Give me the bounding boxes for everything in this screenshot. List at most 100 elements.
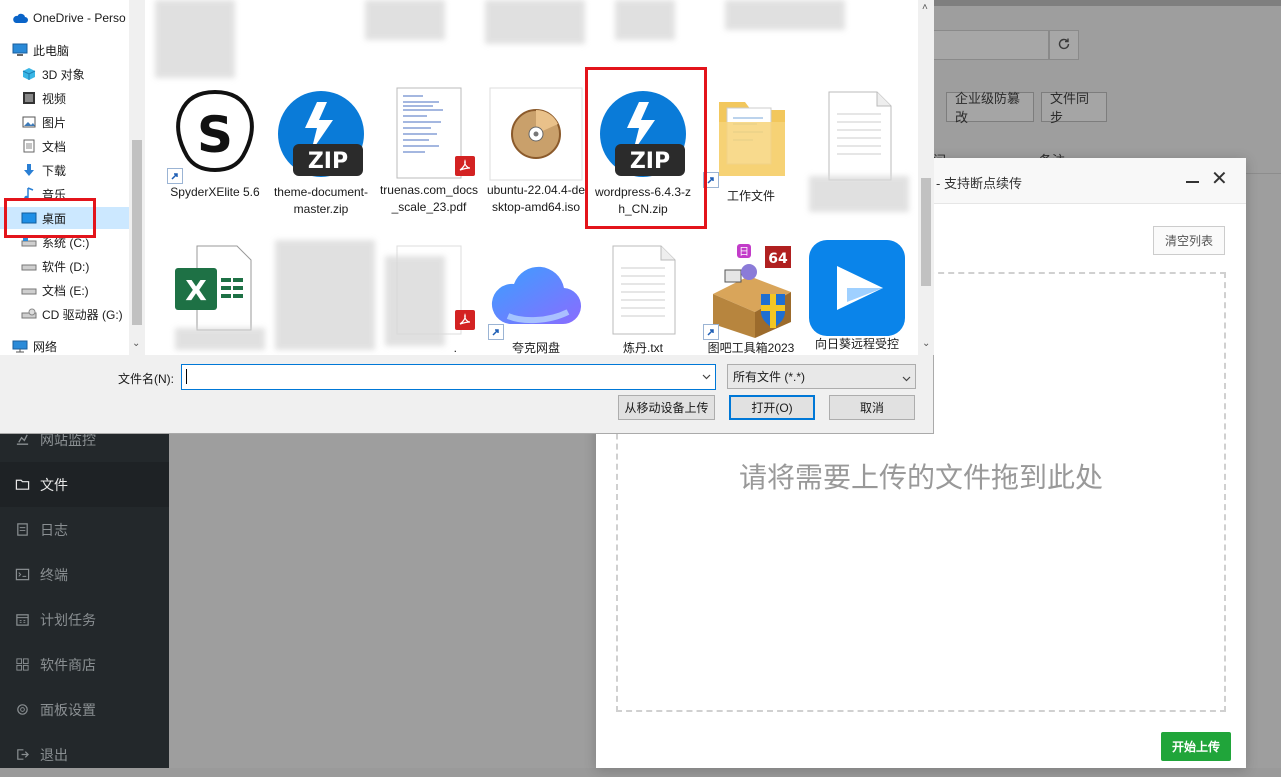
shortcut-arrow-icon [703, 324, 719, 340]
log-icon [14, 522, 30, 538]
nav-item-pictures[interactable]: 图片 [21, 111, 66, 133]
computer-icon [12, 42, 28, 58]
svg-text:64: 64 [768, 251, 788, 267]
nav-item-3d-objects[interactable]: 3D 对象 [21, 63, 85, 85]
file-label: 夸克网盘 [511, 341, 560, 355]
minimize-icon[interactable] [1186, 170, 1200, 190]
close-icon[interactable]: ✕ [1211, 169, 1228, 189]
start-upload-button[interactable]: 开始上传 [1161, 732, 1231, 761]
nav-item-drive-e[interactable]: 文档 (E:) [21, 279, 89, 301]
nav-item-documents[interactable]: 文档 [21, 135, 66, 157]
nav-label: CD 驱动器 (G:) [42, 307, 123, 322]
menu-item-logout[interactable]: 退出 [0, 732, 169, 777]
blurred-file [155, 0, 235, 78]
menu-item-store[interactable]: 软件商店 [0, 642, 169, 687]
pdf-badge-icon [455, 310, 475, 330]
nav-item-drive-d[interactable]: 软件 (D:) [21, 255, 89, 277]
blurred-file [485, 0, 585, 44]
svg-text:日: 日 [739, 247, 749, 258]
text-file-icon [595, 244, 691, 340]
file-item-tuba-toolbox[interactable]: 日 64 图吧工具箱2023 [701, 244, 801, 355]
svg-text:ZIP: ZIP [308, 149, 348, 174]
nav-label: 网络 [33, 339, 58, 354]
file-label: 图吧工具箱2023 [707, 341, 795, 355]
filename-input[interactable] [181, 364, 716, 390]
bt-menu: 网站监控 文件 日志 终端 计划任务 软件商店 面板设置 退出 [0, 417, 169, 777]
file-item-work-folder[interactable]: 工作文件 [701, 92, 801, 205]
file-item-liandan-txt[interactable]: 炼丹.txt [593, 244, 693, 355]
nav-item-onedrive[interactable]: OneDrive - Perso [12, 7, 126, 29]
file-label: truenas.com_docs_scale_23.pdf [379, 183, 479, 214]
gear-icon [14, 702, 30, 718]
upload-from-mobile-button[interactable]: 从移动设备上传 [618, 395, 715, 420]
file-item-spyder[interactable]: S SpyderXElite 5.6 [165, 88, 265, 201]
file-label: ubuntu-22.04.4-desktop-amd64.iso [486, 183, 586, 214]
file-item-theme-document-zip[interactable]: ZIP theme-document-master.zip [271, 88, 371, 218]
menu-item-terminal[interactable]: 终端 [0, 552, 169, 597]
nav-scrollbar-thumb[interactable] [132, 140, 142, 325]
nav-item-downloads[interactable]: 下载 [21, 159, 66, 181]
cloud-icon [12, 10, 28, 26]
zip-icon: ZIP [273, 88, 369, 184]
nav-item-videos[interactable]: 视频 [21, 87, 66, 109]
menu-item-logs[interactable]: 日志 [0, 507, 169, 552]
menu-label: 终端 [40, 566, 68, 583]
file-list-scrollbar[interactable]: ˄ ⌄ [918, 0, 934, 355]
path-input[interactable] [929, 30, 1049, 60]
nav-label: 此电脑 [33, 43, 70, 58]
chevron-down-icon [902, 371, 911, 385]
file-label: 向日葵远程受控 [814, 337, 899, 351]
nav-label: 下载 [42, 163, 67, 178]
refresh-button[interactable] [1049, 30, 1079, 60]
chevron-down-icon[interactable]: ⌄ [922, 338, 930, 349]
blurred-file [615, 0, 675, 40]
clear-list-button[interactable]: 清空列表 [1153, 226, 1225, 255]
excel-icon: X [167, 244, 263, 340]
nav-scrollbar[interactable]: ⌄ [129, 0, 145, 355]
tamper-protect-button[interactable]: 企业级防篡改 [946, 91, 1034, 125]
refresh-icon [1057, 37, 1071, 54]
file-item-ubuntu-iso[interactable]: ubuntu-22.04.4-desktop-amd64.iso [486, 86, 586, 216]
blurred-file [365, 0, 445, 40]
chevron-down-icon[interactable]: ⌄ [132, 338, 140, 349]
menu-label: 文件 [40, 476, 68, 493]
blurred-file [725, 0, 845, 30]
nav-item-cd-drive[interactable]: CD 驱动器 (G:) [21, 303, 123, 325]
file-open-dialog: OneDrive - Perso 此电脑 3D 对象 视频 图片 文档 下载 音… [0, 0, 934, 434]
file-item-truenas-pdf[interactable]: truenas.com_docs_scale_23.pdf [379, 86, 479, 216]
grid-icon [14, 657, 30, 673]
logout-icon [14, 747, 30, 763]
spyder-icon: S [167, 88, 263, 184]
file-type-filter[interactable]: 所有文件 (*.*) [727, 364, 916, 389]
svg-text:X: X [185, 274, 207, 307]
shortcut-arrow-icon [167, 168, 183, 184]
drop-zone-hint: 请将需要上传的文件拖到此处 [738, 462, 1103, 493]
filename-label: 文件名(N): [118, 372, 174, 386]
menu-item-settings[interactable]: 面板设置 [0, 687, 169, 732]
file-sync-button[interactable]: 文件同步 [1041, 91, 1107, 125]
menu-item-cron[interactable]: 计划任务 [0, 597, 169, 642]
nav-item-this-pc[interactable]: 此电脑 [12, 39, 69, 61]
file-list-scrollbar-thumb[interactable] [921, 178, 931, 286]
drive-icon [21, 282, 37, 298]
navigation-pane: OneDrive - Perso 此电脑 3D 对象 视频 图片 文档 下载 音… [0, 0, 145, 355]
cancel-button[interactable]: 取消 [829, 395, 915, 420]
folder-icon [703, 92, 799, 188]
open-button[interactable]: 打开(O) [729, 395, 815, 420]
nav-label: 图片 [42, 115, 67, 130]
svg-text:S: S [197, 106, 233, 164]
nav-label: 文档 [42, 139, 67, 154]
file-item-text-blurred[interactable] [809, 88, 909, 184]
menu-label: 软件商店 [40, 656, 96, 673]
chevron-down-icon[interactable] [699, 368, 713, 386]
file-item-sunlogin[interactable]: 向日葵远程受控 [807, 240, 907, 353]
picture-icon [21, 114, 37, 130]
file-item-quark[interactable]: 夸克网盘 [486, 244, 586, 355]
menu-item-files[interactable]: 文件 [0, 462, 169, 507]
network-icon [12, 338, 28, 354]
chevron-up-icon[interactable]: ˄ [922, 2, 928, 13]
file-item-excel[interactable]: X [165, 244, 265, 340]
pdf-badge-icon [455, 156, 475, 176]
nav-item-network[interactable]: 网络 [12, 335, 57, 355]
desktop-highlight-box [4, 198, 96, 238]
